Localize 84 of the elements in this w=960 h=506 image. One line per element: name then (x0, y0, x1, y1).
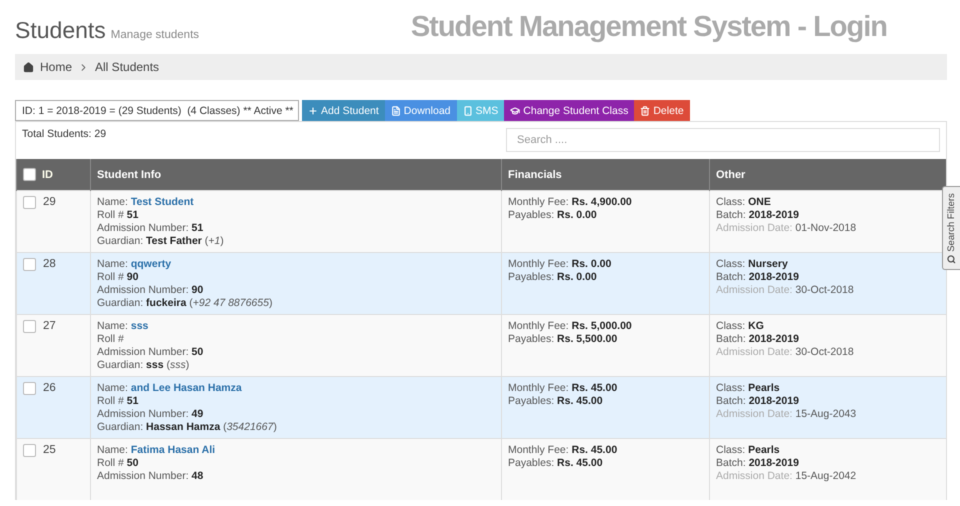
field-text: Guardian: sss (sss) (97, 359, 190, 372)
column-header: Student Info (90, 159, 502, 190)
field-text: Class: ONE (716, 196, 772, 209)
student-name-link[interactable]: and Lee Hasan Hamza (130, 382, 242, 394)
student-id: 27 (43, 320, 56, 333)
field-text: Admission Number: 51 (97, 222, 204, 235)
field-text: Admission Date: 15-Aug-2042 (716, 470, 858, 483)
field-text: Name: sss (97, 320, 150, 333)
field-text: Monthly Fee: Rs. 5,000.00 (508, 320, 633, 333)
student-name-link[interactable]: qqwerty (130, 258, 172, 270)
plus-icon (308, 106, 318, 116)
field-text: Batch: 2018-2019 (716, 271, 800, 284)
select-all-checkbox[interactable] (23, 168, 36, 181)
field-text: Name: and Lee Hasan Hamza (97, 382, 243, 395)
column-label: ID (42, 168, 53, 180)
student-id: 26 (43, 382, 56, 395)
field-text: Admission Number: 90 (97, 284, 204, 297)
field-text: Payables: Rs. 45.00 (508, 395, 604, 408)
graduation-cap-icon (510, 106, 520, 116)
field-text: Monthly Fee: Rs. 4,900.00 (508, 196, 633, 209)
field-text: Name: Fatima Hasan Ali (97, 444, 216, 457)
field-text: Class: Pearls (716, 382, 781, 395)
field-text: Roll # 51 (97, 209, 140, 222)
field-text: Name: qqwerty (97, 258, 172, 271)
total-count: Total Students: 29 (22, 128, 106, 142)
field-text: Batch: 2018-2019 (716, 457, 800, 470)
student-id: 25 (43, 444, 56, 457)
student-id: 29 (43, 196, 56, 209)
row-checkbox[interactable] (23, 258, 36, 271)
field-text: Class: KG (716, 320, 765, 333)
field-text: Admission Number: 50 (97, 346, 204, 359)
field-text: Admission Date: 01-Nov-2018 (716, 222, 858, 235)
breadcrumb-link[interactable]: Home (40, 60, 72, 74)
student-name-link[interactable]: Test Student (130, 196, 194, 208)
column-header: Financials (502, 159, 710, 190)
field-text: Payables: Rs. 0.00 (508, 271, 598, 284)
banner-title: Student Management System - Login (410, 11, 887, 45)
phone-icon (462, 106, 472, 116)
change-class-button[interactable]: Change Student Class (504, 100, 634, 121)
search-filters-tab[interactable]: Search Filters (942, 186, 960, 270)
field-text: Payables: Rs. 0.00 (508, 209, 598, 222)
field-text: Payables: Rs. 45.00 (508, 457, 604, 470)
current-page-label: All Students (95, 60, 160, 74)
field-text: Guardian: fuckeira (+92 47 8876655) (97, 297, 274, 310)
delete-button[interactable]: Delete (634, 100, 690, 121)
search-field[interactable]: Search .... (506, 128, 940, 152)
field-text: Batch: 2018-2019 (716, 333, 800, 346)
column-header: Other (710, 159, 946, 190)
download-button[interactable]: Download (384, 100, 456, 121)
row-checkbox[interactable] (23, 382, 36, 395)
field-text: Admission Date: 30-Oct-2018 (716, 346, 855, 359)
row-checkbox[interactable] (23, 444, 36, 457)
field-text: Admission Number: 48 (97, 470, 204, 483)
field-text: Admission Number: 49 (97, 408, 204, 421)
student-name-link[interactable]: sss (130, 320, 148, 332)
field-text: Monthly Fee: Rs. 45.00 (508, 444, 618, 457)
field-text: Payables: Rs. 5,500.00 (508, 333, 618, 346)
document-icon (390, 106, 401, 116)
field-text: Roll # (97, 333, 125, 346)
field-text: Class: Nursery (716, 258, 789, 271)
field-text: Class: Pearls (716, 444, 781, 457)
field-text: Roll # 90 (97, 271, 140, 284)
field-text: Admission Date: 30-Oct-2018 (716, 284, 855, 297)
home-icon (23, 62, 34, 72)
page-subtitle: Manage students (110, 29, 200, 43)
student-id: 28 (43, 258, 56, 271)
row-checkbox[interactable] (23, 320, 36, 333)
field-text: Batch: 2018-2019 (716, 209, 800, 222)
field-text: Monthly Fee: Rs. 0.00 (508, 258, 612, 271)
field-text: Guardian: Test Father (+1) (97, 235, 225, 248)
session-select[interactable]: ID: 1 = 2018-2019 = (29 Students) (4 Classes) ** Active ** (15, 100, 299, 121)
row-checkbox[interactable] (23, 196, 36, 209)
trash-icon (640, 106, 650, 116)
student-name-link[interactable]: Fatima Hasan Ali (130, 444, 216, 456)
field-text: Admission Date: 15-Aug-2043 (716, 408, 858, 421)
field-text: Monthly Fee: Rs. 45.00 (508, 382, 618, 395)
field-text: Roll # 50 (97, 457, 140, 470)
field-text: Batch: 2018-2019 (716, 395, 800, 408)
add-button[interactable]: Add Student (302, 100, 385, 121)
search-icon (947, 254, 956, 264)
page-title: Students (15, 19, 106, 45)
field-text: Roll # 51 (97, 395, 140, 408)
field-text: Name: Test Student (97, 196, 195, 209)
field-text: Guardian: Hassan Hamza (35421667) (97, 421, 278, 434)
